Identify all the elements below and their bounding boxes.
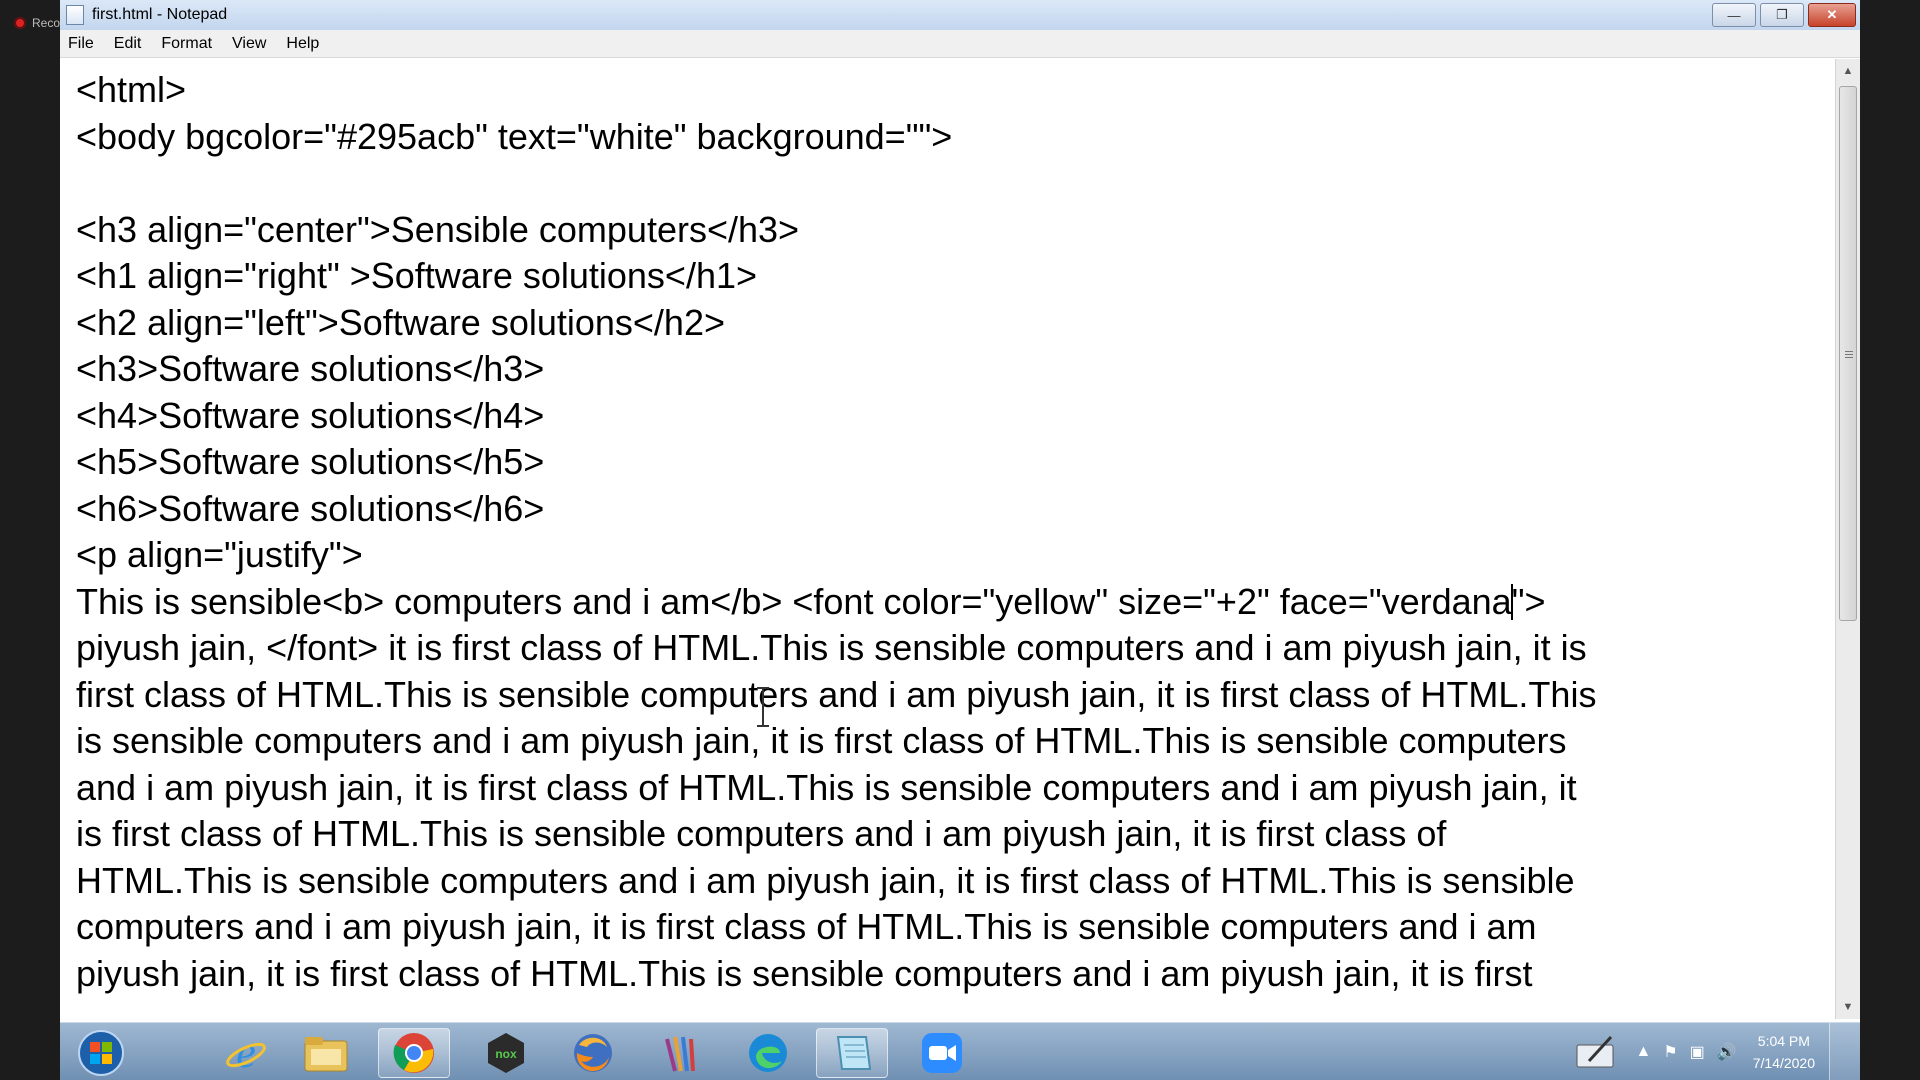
edge-icon	[749, 1034, 787, 1072]
menu-help[interactable]: Help	[286, 35, 319, 53]
editor-content[interactable]: <html> <body bgcolor="#295acb" text="whi…	[60, 59, 1835, 997]
taskbar-nox[interactable]: nox	[470, 1028, 542, 1078]
wrapped-line: HTML.This is sensible computers and i am…	[76, 859, 1575, 901]
taskbar: e nox ▲ ⚑ ▣ 🔊 5:04 PM 7/14/2020	[60, 1022, 1860, 1080]
action-center-flag-icon[interactable]: ⚑	[1663, 1042, 1677, 1062]
code-line: <h3>Software solutions</h3>	[76, 348, 545, 389]
code-line: <h6>Software solutions</h6>	[76, 487, 545, 529]
restore-button[interactable]: ❐	[1760, 3, 1804, 27]
file-explorer-icon	[304, 1037, 348, 1072]
scrollbar-thumb[interactable]	[1839, 86, 1857, 621]
taskbar-chrome[interactable]	[378, 1028, 450, 1078]
clock-date: 7/14/2020	[1752, 1055, 1815, 1071]
start-button[interactable]	[65, 1028, 137, 1078]
chrome-icon	[393, 1033, 434, 1073]
wrapped-line: is sensible computers and i am piyush ja…	[76, 720, 1567, 761]
svg-text:e: e	[236, 1031, 256, 1075]
show-hidden-icons-icon[interactable]: ▲	[1635, 1043, 1651, 1061]
code-line: <p align="justify">	[76, 534, 363, 575]
menu-view[interactable]: View	[232, 35, 266, 53]
taskbar-notepad[interactable]	[816, 1028, 888, 1078]
wrapped-line: piyush jain, </font> it is first class o…	[76, 627, 1587, 668]
wrapped-line: computers and i am piyush jain, it is fi…	[76, 906, 1537, 947]
taskbar-file-explorer[interactable]	[290, 1028, 362, 1078]
wrapped-line: piyush jain, it is first class of HTML.T…	[76, 952, 1533, 994]
winrar-icon	[665, 1036, 695, 1072]
svg-text:nox: nox	[495, 1047, 517, 1061]
window-controls: — ❐ ✕	[1712, 3, 1856, 27]
code-line-with-caret: This is sensible<b> computers and i am</…	[76, 579, 1835, 626]
menu-edit[interactable]: Edit	[114, 35, 142, 53]
wrapped-line: and i am piyush jain, it is first class …	[76, 766, 1577, 808]
network-icon[interactable]: ▣	[1690, 1042, 1705, 1062]
code-line: <h5>Software solutions</h5>	[76, 441, 545, 482]
show-desktop-button[interactable]	[1829, 1023, 1860, 1080]
taskbar-internet-explorer[interactable]: e	[210, 1028, 282, 1078]
scrollbar-grip-icon	[1845, 351, 1853, 359]
menu-format[interactable]: Format	[161, 35, 212, 53]
text-before-caret: This is sensible<b> computers and i am</…	[76, 580, 1512, 622]
notepad-icon	[836, 1036, 872, 1070]
close-button[interactable]: ✕	[1808, 3, 1856, 27]
start-orb-icon	[78, 1030, 124, 1076]
code-line: <h1 align="right" >Software solutions</h…	[76, 255, 758, 296]
notepad-app-icon[interactable]	[66, 5, 84, 25]
internet-explorer-icon: e	[226, 1031, 266, 1075]
code-line: <h3 align="center">Sensible computers</h…	[76, 208, 800, 250]
clock[interactable]: 5:04 PM 7/14/2020	[1753, 1030, 1815, 1074]
code-line: <body bgcolor="#295acb" text="white" bac…	[76, 115, 953, 157]
title-bar[interactable]: first.html - Notepad — ❐ ✕	[60, 0, 1860, 30]
ibeam-cursor-icon	[756, 687, 770, 727]
window-title: first.html - Notepad	[92, 6, 228, 23]
vertical-scrollbar[interactable]: ▲ ▼	[1835, 59, 1860, 1019]
text-editor[interactable]: <html> <body bgcolor="#295acb" text="whi…	[60, 59, 1835, 1019]
wrapped-line: is first class of HTML.This is sensible …	[76, 813, 1447, 854]
zoom-icon	[922, 1033, 962, 1073]
taskbar-winrar[interactable]	[645, 1028, 717, 1078]
clock-time: 5:04 PM	[1757, 1033, 1810, 1049]
system-tray: ▲ ⚑ ▣ 🔊 5:04 PM 7/14/2020	[1575, 1023, 1860, 1080]
taskbar-zoom[interactable]	[906, 1028, 978, 1078]
taskbar-edge[interactable]	[732, 1028, 804, 1078]
minimize-button[interactable]: —	[1712, 3, 1756, 27]
text-after-caret: ">	[1511, 580, 1546, 622]
volume-icon[interactable]: 🔊	[1717, 1042, 1737, 1062]
record-icon	[14, 17, 26, 29]
menu-bar: File Edit Format View Help	[60, 30, 1860, 58]
code-line: <h2 align="left">Software solutions</h2>	[76, 301, 726, 343]
firefox-icon	[574, 1034, 612, 1072]
wrapped-line: first class of HTML.This is sensible com…	[76, 673, 1597, 715]
scroll-down-arrow-icon[interactable]: ▼	[1836, 995, 1860, 1019]
notepad-window: first.html - Notepad — ❐ ✕ File Edit For…	[60, 0, 1860, 1080]
nox-player-icon: nox	[488, 1033, 524, 1073]
code-line: <h4>Software solutions</h4>	[76, 394, 545, 436]
pen-tablet-icon[interactable]	[1575, 1035, 1619, 1069]
code-line: <html>	[76, 69, 187, 110]
menu-file[interactable]: File	[68, 35, 94, 53]
scroll-up-arrow-icon[interactable]: ▲	[1836, 59, 1860, 83]
taskbar-firefox[interactable]	[557, 1028, 629, 1078]
